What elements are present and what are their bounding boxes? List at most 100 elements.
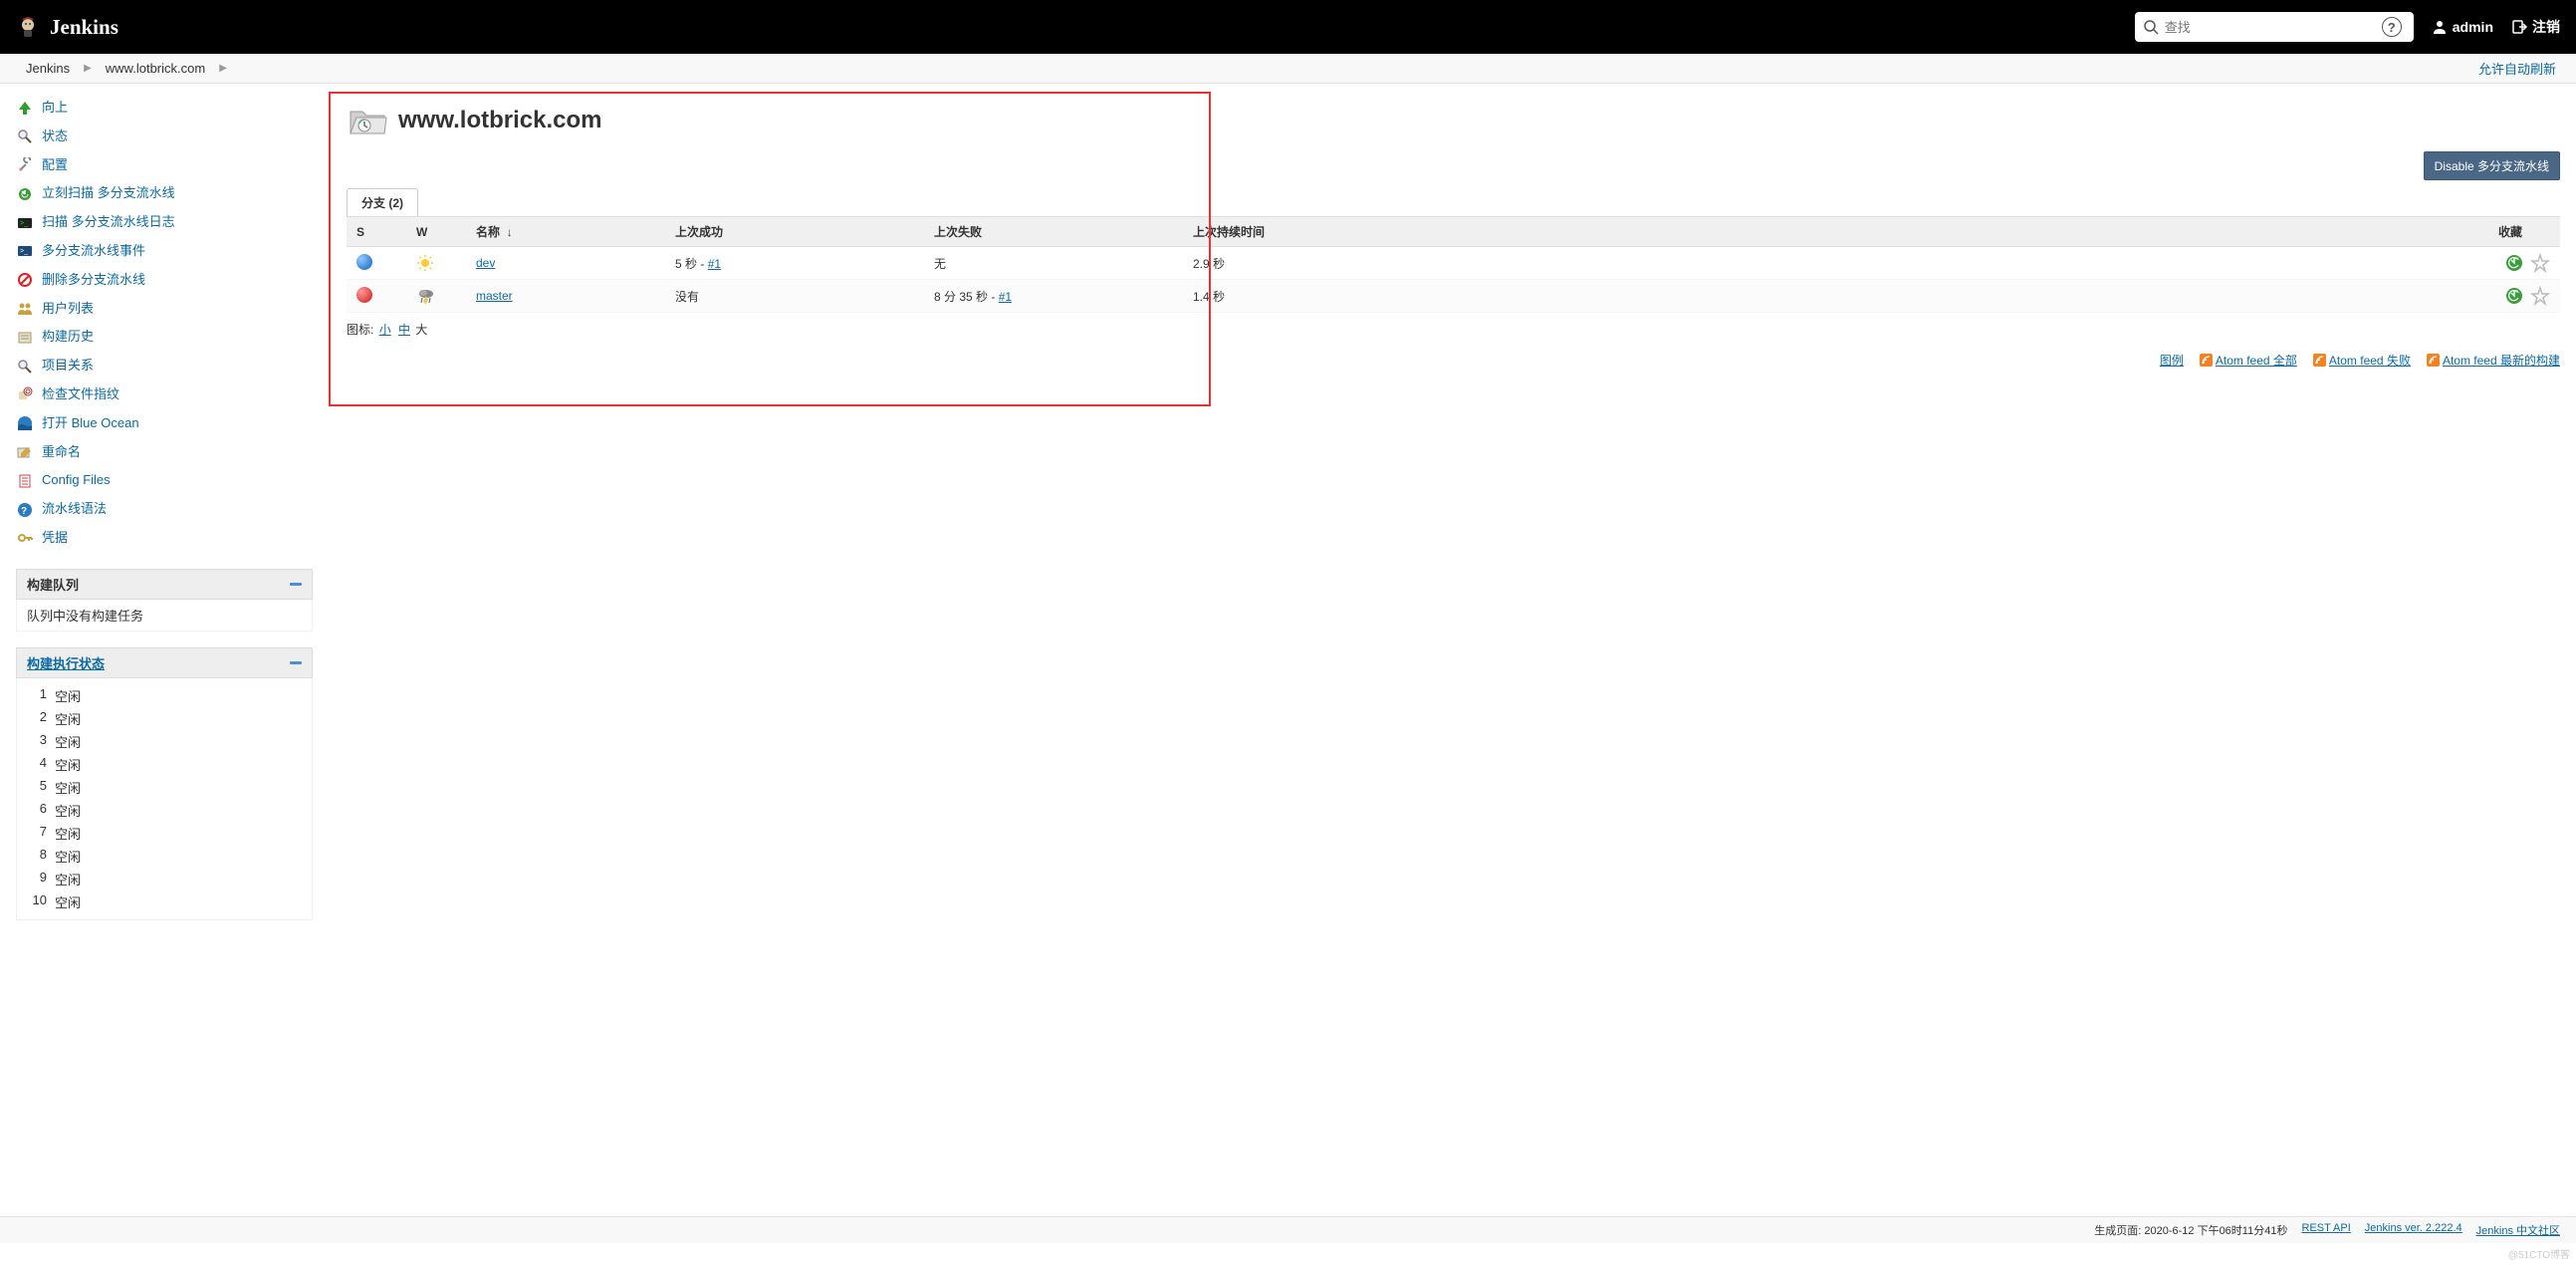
executor-row: 3空闲 — [27, 730, 302, 753]
last-failure-cell: 无 — [924, 247, 1183, 280]
executor-num: 7 — [27, 824, 47, 843]
build-exec-title[interactable]: 构建执行状态 — [27, 653, 105, 672]
executor-row: 5空闲 — [27, 776, 302, 799]
duration-cell: 1.4 秒 — [1183, 280, 2460, 313]
sidebar-item-scan-now[interactable]: 立刻扫描 多分支流水线 — [16, 179, 313, 208]
schedule-build-icon[interactable] — [2504, 286, 2524, 306]
sidebar-item-syntax[interactable]: ?流水线语法 — [16, 495, 313, 524]
footer-rest-api[interactable]: REST API — [2301, 1222, 2350, 1238]
name-cell: master — [466, 280, 665, 313]
col-status[interactable]: S — [347, 217, 406, 247]
sidebar-item-events[interactable]: >_多分支流水线事件 — [16, 237, 313, 266]
chevron-right-icon: ▶ — [219, 63, 227, 74]
status-ball-blue-icon — [356, 254, 372, 270]
header-bar: Jenkins ? admin 注销 — [0, 0, 2576, 54]
build-queue-header[interactable]: 构建队列 — [16, 569, 313, 600]
executor-row: 9 空闲 — [27, 868, 302, 890]
disable-button[interactable]: Disable 多分支流水线 — [2424, 151, 2560, 180]
col-name[interactable]: 名称 ↓ — [466, 217, 665, 247]
bottom-links: 图例 Atom feed 全部 Atom feed 失败 Atom feed 最… — [329, 346, 2560, 375]
atom-latest-link[interactable]: Atom feed 最新的构建 — [2443, 354, 2560, 368]
breadcrumb-home[interactable]: Jenkins — [16, 61, 80, 76]
sidebar-item-delete[interactable]: 删除多分支流水线 — [16, 266, 313, 295]
table-row: dev 5 秒 - #1 无 2.9 秒 — [347, 247, 2560, 280]
logout-label: 注销 — [2532, 17, 2560, 37]
help-icon[interactable]: ? — [2382, 17, 2402, 37]
disable-btn-row: Disable 多分支流水线 — [329, 151, 2560, 180]
breadcrumb-bar: Jenkins ▶ www.lotbrick.com ▶ 允许自动刷新 — [0, 54, 2576, 84]
feed-item: Atom feed 失败 — [2313, 352, 2411, 369]
executor-num: 1 — [27, 686, 47, 705]
svg-text:>_: >_ — [20, 220, 28, 227]
sidebar-item-blue-ocean[interactable]: 打开 Blue Ocean — [16, 409, 313, 438]
executor-row: 4空闲 — [27, 753, 302, 776]
build-link[interactable]: #1 — [999, 290, 1012, 304]
collapse-icon[interactable] — [290, 583, 302, 586]
executor-status: 空闲 — [55, 847, 81, 866]
search-input[interactable] — [2165, 20, 2382, 35]
last-success-cell: 5 秒 - #1 — [665, 247, 924, 280]
forbid-icon — [16, 271, 34, 289]
atom-all-link[interactable]: Atom feed 全部 — [2216, 354, 2297, 368]
auto-refresh-link[interactable]: 允许自动刷新 — [2478, 59, 2560, 78]
executor-status: 空闲 — [55, 870, 81, 888]
schedule-build-icon[interactable] — [2504, 253, 2524, 273]
history-icon — [16, 329, 34, 347]
branch-link-master[interactable]: master — [476, 289, 513, 303]
project-title: www.lotbrick.com — [398, 107, 601, 134]
star-icon[interactable] — [2530, 253, 2550, 273]
executor-row: 6空闲 — [27, 799, 302, 822]
col-favorite[interactable]: 收藏 — [2460, 217, 2560, 247]
breadcrumb-project[interactable]: www.lotbrick.com — [96, 61, 215, 76]
sidebar-item-build-history[interactable]: 构建历史 — [16, 323, 313, 352]
executor-row: 1 空闲 — [27, 684, 302, 707]
tab-branches[interactable]: 分支 (2) — [347, 188, 418, 216]
search-box[interactable]: ? — [2135, 12, 2414, 42]
footer-generated: 生成页面: 2020-6-12 下午06时11分41秒 — [2094, 1222, 2287, 1238]
rss-icon — [2200, 354, 2213, 367]
sidebar-item-people[interactable]: 用户列表 — [16, 295, 313, 324]
sidebar-item-scan-log[interactable]: >_扫描 多分支流水线日志 — [16, 208, 313, 237]
executor-num: 5 — [27, 778, 47, 797]
rss-icon — [2427, 354, 2440, 367]
col-last-duration[interactable]: 上次持续时间 — [1183, 217, 2460, 247]
executor-num: 6 — [27, 801, 47, 820]
sidebar-item-fingerprint[interactable]: 检查文件指纹 — [16, 380, 313, 409]
build-queue-title: 构建队列 — [27, 575, 79, 594]
star-icon[interactable] — [2530, 286, 2550, 306]
user-link[interactable]: admin — [2432, 19, 2493, 35]
col-last-failure[interactable]: 上次失败 — [924, 217, 1183, 247]
sidebar-item-up[interactable]: 向上 — [16, 94, 313, 123]
project-header: www.lotbrick.com — [329, 96, 2560, 159]
executor-status: 空闲 — [55, 892, 81, 911]
sidebar-item-rename[interactable]: 重命名 — [16, 438, 313, 467]
executor-status: 空闲 — [55, 686, 81, 705]
executor-status: 空闲 — [55, 732, 81, 751]
icon-size-medium[interactable]: 中 — [398, 323, 410, 337]
search2-icon — [16, 358, 34, 376]
footer-community[interactable]: Jenkins 中文社区 — [2476, 1222, 2560, 1238]
watermark: @51CTO博客 — [2508, 1246, 2570, 1261]
sidebar-item-config-files[interactable]: Config Files — [16, 466, 313, 495]
app-title[interactable]: Jenkins — [50, 15, 118, 40]
build-link[interactable]: #1 — [708, 257, 721, 271]
logout-link[interactable]: 注销 — [2511, 17, 2560, 37]
sidebar-item-status[interactable]: 状态 — [16, 123, 313, 151]
col-weather[interactable]: W — [406, 217, 466, 247]
icon-size-small[interactable]: 小 — [379, 323, 391, 337]
legend-link[interactable]: 图例 — [2160, 352, 2184, 369]
branch-link-dev[interactable]: dev — [476, 256, 495, 270]
atom-fail-link[interactable]: Atom feed 失败 — [2329, 354, 2411, 368]
key-icon — [16, 529, 34, 547]
sidebar-item-configure[interactable]: 配置 — [16, 151, 313, 180]
sidebar-item-relationship[interactable]: 项目关系 — [16, 352, 313, 380]
table-row: master 没有 8 分 35 秒 - #1 1.4 秒 — [347, 280, 2560, 313]
executor-num: 10 — [27, 892, 47, 911]
svg-text:>_: >_ — [20, 248, 28, 255]
sidebar-item-credentials[interactable]: 凭据 — [16, 524, 313, 553]
col-last-success[interactable]: 上次成功 — [665, 217, 924, 247]
footer-version[interactable]: Jenkins ver. 2.222.4 — [2365, 1222, 2462, 1238]
build-exec-header[interactable]: 构建执行状态 — [16, 647, 313, 678]
collapse-icon[interactable] — [290, 661, 302, 664]
executor-num: 9 — [27, 870, 47, 888]
